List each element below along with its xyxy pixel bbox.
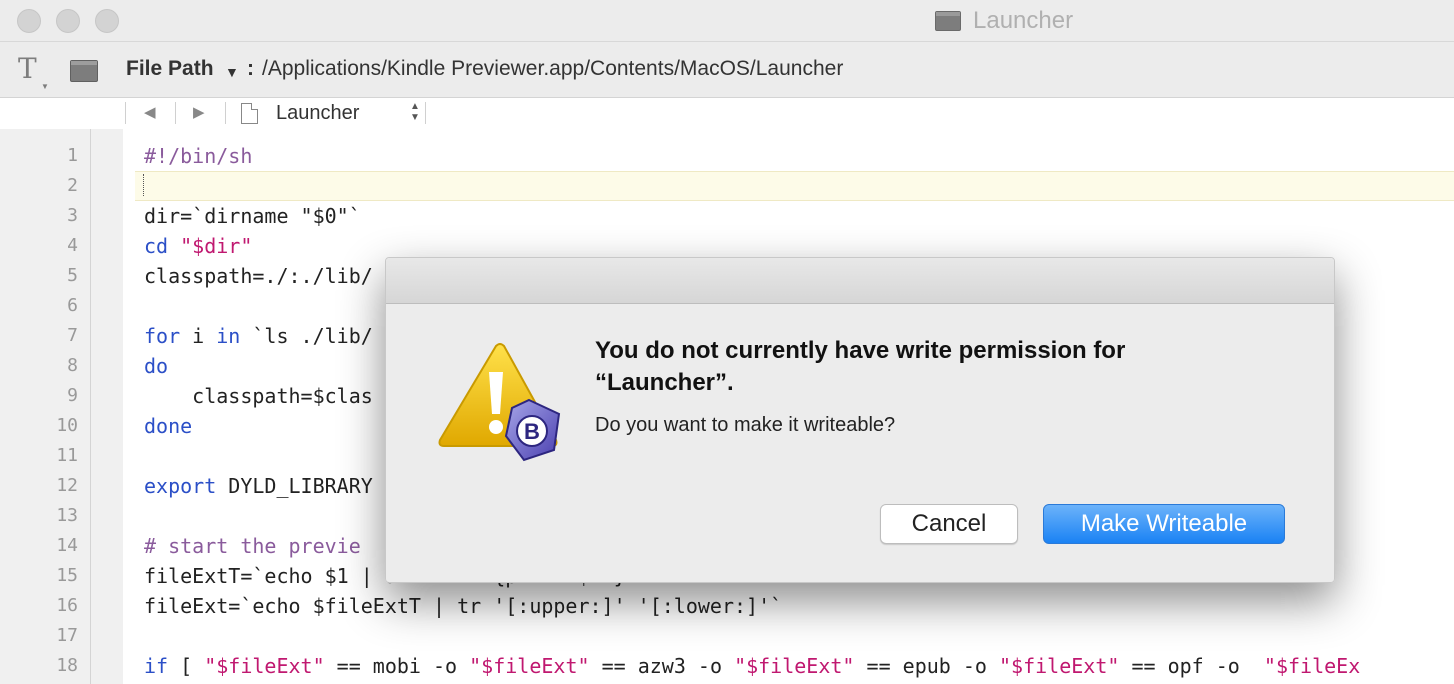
current-line-highlight [135, 171, 1454, 201]
string-literal: "$fileExt" [998, 654, 1120, 678]
navigation-bar: ◀ ▶ Launcher ▲ ▼ [0, 98, 1454, 130]
divider [425, 102, 426, 124]
code-text: i [180, 324, 217, 348]
window-titlebar: Launcher [0, 0, 1454, 42]
dialog-title: You do not currently have write permissi… [595, 335, 1285, 399]
dialog-titlebar [386, 258, 1334, 304]
string-literal: "$dir" [180, 234, 253, 258]
file-path-separator: : [247, 57, 254, 80]
keyword: export [144, 474, 217, 498]
divider [225, 102, 226, 124]
code-line: fileExt=`echo $fileExtT | tr '[:upper:]'… [144, 594, 783, 618]
line-number: 6 [67, 295, 78, 316]
line-number: 5 [67, 265, 78, 286]
text-tool-icon[interactable]: T [18, 52, 37, 85]
cancel-button[interactable]: Cancel [880, 504, 1018, 544]
line-number: 17 [56, 625, 78, 646]
terminal-icon[interactable] [70, 60, 98, 82]
code-text: `ls ./lib/ [240, 324, 373, 348]
document-icon [241, 103, 258, 124]
code-line: cd "$dir" [144, 231, 252, 261]
popup-arrows-icon[interactable]: ▲ ▼ [410, 101, 420, 123]
text-caret [143, 174, 144, 196]
forward-button[interactable]: ▶ [193, 103, 205, 121]
code-comment: # start the previe [144, 534, 361, 558]
file-path-value: /Applications/Kindle Previewer.app/Conte… [262, 57, 844, 80]
line-number: 18 [56, 655, 78, 676]
line-number: 10 [56, 415, 78, 436]
close-window-button[interactable] [17, 9, 41, 33]
line-number: 15 [56, 565, 78, 586]
file-path-bar: T ▼ File Path ▼ : /Applications/Kindle P… [0, 42, 1454, 98]
keyword: for [144, 324, 181, 348]
line-number: 9 [67, 385, 78, 406]
shebang: #!/bin/sh [144, 144, 253, 168]
string-literal: "$fileExt" [734, 654, 855, 678]
line-number: 11 [56, 445, 78, 466]
fold-column [90, 129, 124, 684]
dialog-title-line: “Launcher”. [595, 369, 734, 396]
line-number: 12 [56, 475, 78, 496]
code-line: classpath=./:./lib/ [144, 264, 373, 288]
write-permission-dialog: B You do not currently have write permis… [385, 257, 1335, 583]
line-number: 3 [67, 205, 78, 226]
keyword: if [144, 654, 169, 678]
dialog-message: Do you want to make it writeable? [595, 414, 896, 436]
line-number: 13 [56, 505, 78, 526]
keyword: done [144, 414, 193, 438]
code-text: == opf -o [1119, 654, 1264, 678]
divider [125, 102, 126, 124]
code-text: DYLD_LIBRARY [216, 474, 373, 498]
line-number: 8 [67, 355, 78, 376]
document-popup[interactable]: Launcher [276, 102, 359, 125]
back-button[interactable]: ◀ [144, 103, 156, 121]
line-number: 14 [56, 535, 78, 556]
warning-triangle-icon: B [438, 343, 561, 462]
file-path-label[interactable]: File Path [126, 57, 214, 81]
zoom-window-button[interactable] [95, 9, 119, 33]
code-text: == epub -o [854, 654, 999, 678]
svg-text:B: B [524, 419, 540, 444]
keyword: do [144, 354, 169, 378]
code-line: done [144, 411, 192, 441]
line-number: 4 [67, 235, 78, 256]
make-writeable-button[interactable]: Make Writeable [1043, 504, 1285, 544]
code-line: classpath=$clas [144, 384, 373, 408]
code-text: == mobi -o [324, 654, 470, 678]
line-number: 2 [67, 175, 78, 196]
line-number: 1 [67, 145, 78, 166]
dialog-title-line: You do not currently have write permissi… [595, 337, 1126, 364]
code-line: do [144, 351, 168, 381]
minimize-window-button[interactable] [56, 9, 80, 33]
code-line: # start the previe [144, 531, 361, 561]
keyword: in [216, 324, 241, 348]
code-line: for i in `ls ./lib/ [144, 321, 373, 351]
chevron-down-icon[interactable]: ▼ [225, 64, 239, 80]
line-number: 16 [56, 595, 78, 616]
string-literal: "$fileExt" [204, 654, 325, 678]
code-line: dir=`dirname "$0"` [144, 204, 361, 228]
string-literal: "$fileExt" [469, 654, 590, 678]
terminal-icon [935, 11, 961, 31]
window-title-text: Launcher [973, 7, 1074, 34]
divider [175, 102, 176, 124]
string-literal: "$fileEx [1263, 654, 1361, 678]
code-text: == azw3 -o [589, 654, 735, 678]
line-number: 7 [67, 325, 78, 346]
bbedit-icon: B [504, 398, 561, 462]
window-title: Launcher [935, 7, 1073, 35]
chevron-down-icon: ▼ [41, 82, 49, 91]
code-line: #!/bin/sh [144, 141, 252, 171]
code-text: [ [168, 654, 205, 678]
code-line: if [ "$fileExt" == mobi -o "$fileExt" ==… [144, 651, 1360, 681]
code-line: export DYLD_LIBRARY [144, 471, 373, 501]
keyword: cd [144, 234, 169, 258]
